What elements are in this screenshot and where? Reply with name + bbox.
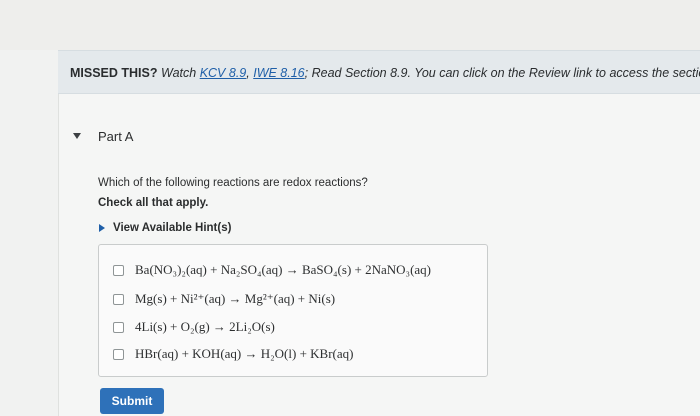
question-text: Which of the following reactions are red… <box>98 177 368 189</box>
option-checkbox[interactable] <box>113 264 124 276</box>
option-row[interactable]: 4Li(s) + O₂(g) → 2Li₂O(s) <box>113 319 275 335</box>
submit-button[interactable]: Submit <box>100 388 164 414</box>
iwe-link[interactable]: IWE 8.16 <box>253 66 304 80</box>
missed-this-text: MISSED THIS? Watch KCV 8.9, IWE 8.16; Re… <box>70 66 700 80</box>
option-checkbox[interactable] <box>113 348 124 360</box>
option-label: Ba(NO₃)₂(aq) + Na₂SO₄(aq) → BaSO₄(s) + 2… <box>135 262 432 277</box>
view-hints-label: View Available Hint(s) <box>113 222 232 234</box>
missed-this-label: MISSED THIS? <box>70 66 158 80</box>
option-row[interactable]: HBr(aq) + KOH(aq) → H₂O(l) + KBr(aq) <box>113 346 353 362</box>
link-separator: , <box>246 66 250 80</box>
watch-label: Watch <box>161 66 197 80</box>
missed-this-banner: MISSED THIS? Watch KCV 8.9, IWE 8.16; Re… <box>58 50 700 94</box>
notice-rest: ; Read Section 8.9. You can click on the… <box>304 66 700 80</box>
top-strip <box>0 0 700 50</box>
option-row[interactable]: Ba(NO₃)₂(aq) + Na₂SO₄(aq) → BaSO₄(s) + 2… <box>113 262 431 278</box>
option-checkbox[interactable] <box>113 293 124 305</box>
kcv-link[interactable]: KCV 8.9 <box>200 66 247 80</box>
view-hints-link[interactable]: View Available Hint(s) <box>98 222 231 234</box>
option-label: Mg(s) + Ni²⁺(aq) → Mg²⁺(aq) + Ni(s) <box>135 291 336 306</box>
instruction-text: Check all that apply. <box>98 197 209 209</box>
option-label: HBr(aq) + KOH(aq) → H₂O(l) + KBr(aq) <box>135 346 354 361</box>
option-checkbox[interactable] <box>113 321 124 333</box>
option-label: 4Li(s) + O₂(g) → 2Li₂O(s) <box>135 319 275 334</box>
triangle-right-icon <box>98 223 106 233</box>
part-title[interactable]: Part A <box>98 129 133 144</box>
triangle-down-icon[interactable] <box>72 131 82 141</box>
option-row[interactable]: Mg(s) + Ni²⁺(aq) → Mg²⁺(aq) + Ni(s) <box>113 291 335 307</box>
